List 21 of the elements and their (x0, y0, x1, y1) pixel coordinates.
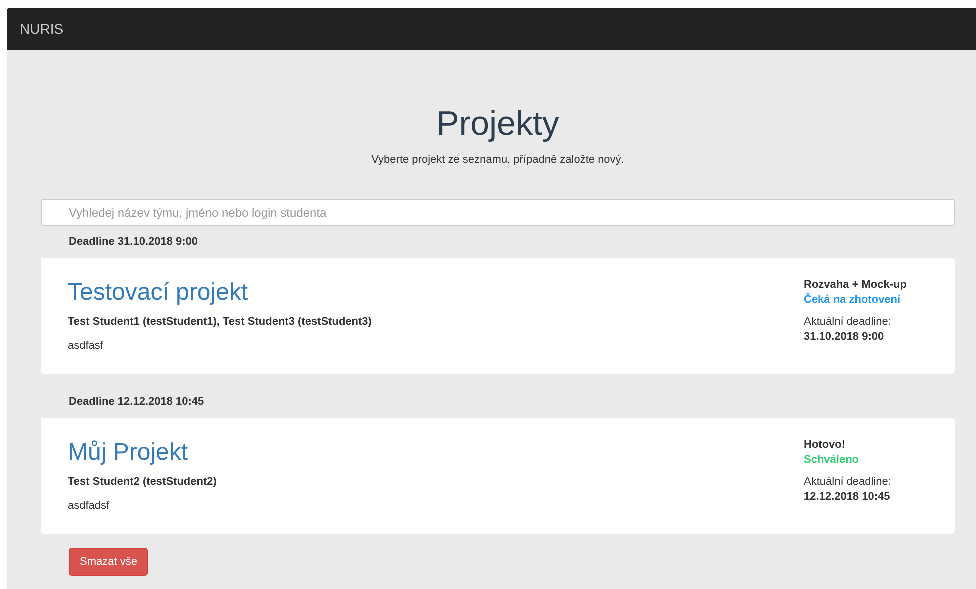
deadline-label: Aktuální deadline: (804, 476, 892, 488)
project-title[interactable]: Můj Projekt (68, 438, 217, 468)
project-members: Test Student2 (testStudent2) (68, 476, 217, 488)
project-phase: Hotovo! (804, 439, 847, 451)
project-title[interactable]: Testovací projekt (68, 278, 372, 308)
brand-link[interactable]: NURIS (20, 21, 64, 37)
project-status: Čeká na zhotovení (804, 294, 902, 306)
deadline-value: 31.10.2018 9:00 (804, 331, 886, 343)
page-subtitle: Vyberte projekt ze seznamu, případně založte nový. (370, 154, 626, 166)
project-description: asdfasf (68, 340, 104, 352)
search-field[interactable]: Vyhledej název týmu, jméno nebo login studenta (41, 199, 955, 226)
project-status: Schváleno (804, 454, 860, 466)
project-description: asdfadsf (68, 500, 111, 512)
deadline-heading: Deadline 31.10.2018 9:00 (68, 235, 200, 250)
deadline-value: 12.12.2018 10:45 (804, 491, 892, 503)
project-phase: Rozvaha + Mock-up (804, 279, 908, 291)
project-members: Test Student1 (testStudent1), Test Student3 (testStudent3) (68, 316, 372, 328)
deadline-heading: Deadline 12.12.2018 10:45 (68, 395, 206, 410)
deadline-label: Aktuální deadline: (804, 316, 892, 328)
delete-all-button[interactable]: Smazat vše (69, 548, 148, 576)
page-title: Projekty (436, 104, 560, 145)
